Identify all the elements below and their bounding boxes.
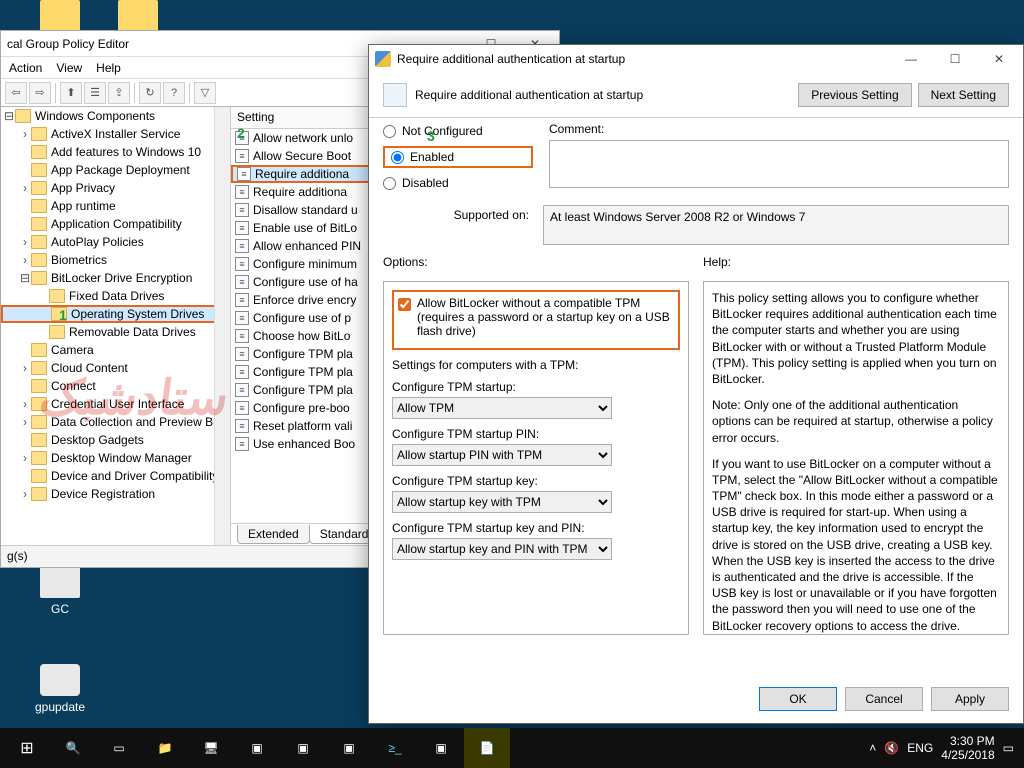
menu-help[interactable]: Help — [96, 61, 121, 75]
tree-item[interactable]: App Package Deployment — [1, 161, 230, 179]
annotation-4: 4 — [494, 281, 502, 284]
annotation-2: 2 — [237, 125, 245, 141]
tree-item[interactable]: ›App Privacy — [1, 179, 230, 197]
tree-item[interactable]: Add features to Windows 10 — [1, 143, 230, 161]
policy-options-pane: 4 Allow BitLocker without a compatible T… — [383, 281, 689, 635]
supported-label: Supported on: — [383, 205, 533, 222]
tree-item[interactable]: Connect — [1, 377, 230, 395]
tree-item[interactable]: Camera — [1, 341, 230, 359]
taskbar: ⊞ 🔍 ▭ 📁 🖥 ▣ ▣ ▣ ≥_ ▣ 📄 ˄ 🔇 ENG 3:30 PM 4… — [0, 728, 1024, 768]
menu-action[interactable]: Action — [9, 61, 42, 75]
gpedit-tree[interactable]: ⊟Windows Components ›ActiveX Installer S… — [1, 107, 231, 545]
tree-root[interactable]: ⊟Windows Components — [1, 107, 230, 125]
radio-not-configured[interactable]: Not Configured — [383, 124, 533, 138]
tree-bitlocker[interactable]: ⊟BitLocker Drive Encryption — [1, 269, 230, 287]
shield-icon — [375, 51, 391, 67]
tree-item[interactable]: ›Biometrics — [1, 251, 230, 269]
tree-item[interactable]: Desktop Gadgets — [1, 431, 230, 449]
opt-label-3: Configure TPM startup key and PIN: — [392, 521, 680, 535]
start-button[interactable]: ⊞ — [4, 728, 50, 768]
desktop-gc-label: GC — [51, 602, 69, 616]
language-indicator[interactable]: ENG — [907, 741, 933, 755]
comment-label: Comment: — [549, 122, 1009, 136]
close-button[interactable]: ✕ — [981, 52, 1017, 66]
tree-item[interactable]: ›Data Collection and Preview Buil — [1, 413, 230, 431]
tree-item[interactable]: Application Compatibility — [1, 215, 230, 233]
cancel-button[interactable]: Cancel — [845, 687, 923, 711]
comment-field[interactable] — [549, 140, 1009, 188]
tree-scrollbar[interactable] — [214, 107, 230, 545]
opt-label-2: Configure TPM startup key: — [392, 474, 680, 488]
tray-up-icon[interactable]: ˄ — [869, 741, 876, 755]
policy-titlebar[interactable]: Require additional authentication at sta… — [369, 45, 1023, 73]
taskbar-app-4[interactable]: ▣ — [418, 728, 464, 768]
tree-bitlocker-removable[interactable]: Removable Data Drives — [1, 323, 230, 341]
opt-label-0: Configure TPM startup: — [392, 380, 680, 394]
tree-item[interactable]: ›Device Registration — [1, 485, 230, 503]
tb-export-icon[interactable]: ⇪ — [108, 82, 130, 104]
taskbar-app-3[interactable]: ▣ — [326, 728, 372, 768]
tree-item[interactable]: ›AutoPlay Policies — [1, 233, 230, 251]
notepad-icon[interactable]: 📄 — [464, 728, 510, 768]
tpm-key-select[interactable]: Allow startup key with TPM — [392, 491, 612, 513]
tree-item[interactable]: Device and Driver Compatibility — [1, 467, 230, 485]
search-icon[interactable]: 🔍 — [50, 728, 96, 768]
tb-filter-icon[interactable]: ▽ — [194, 82, 216, 104]
tpm-pin-select[interactable]: Allow startup PIN with TPM — [392, 444, 612, 466]
tree-item[interactable]: ›ActiveX Installer Service — [1, 125, 230, 143]
notifications-icon[interactable]: ▭ — [1003, 741, 1014, 755]
opt-label-1: Configure TPM startup PIN: — [392, 427, 680, 441]
policy-help-pane: This policy setting allows you to config… — [703, 281, 1009, 635]
tb-refresh-icon[interactable]: ↻ — [139, 82, 161, 104]
radio-disabled[interactable]: Disabled — [383, 176, 533, 190]
supported-value: At least Windows Server 2008 R2 or Windo… — [543, 205, 1009, 245]
task-view-icon[interactable]: ▭ — [96, 728, 142, 768]
menu-view[interactable]: View — [56, 61, 82, 75]
apply-button[interactable]: Apply — [931, 687, 1009, 711]
tpm-section-label: Settings for computers with a TPM: — [392, 358, 680, 372]
next-setting-button[interactable]: Next Setting — [918, 83, 1009, 107]
policy-title: Require additional authentication at sta… — [397, 52, 625, 66]
tree-item[interactable]: App runtime — [1, 197, 230, 215]
taskbar-clock[interactable]: 3:30 PM 4/25/2018 — [941, 734, 994, 763]
desktop-gpupdate-label: gpupdate — [35, 700, 85, 714]
help-label: Help: — [703, 255, 1009, 269]
gpedit-title: cal Group Policy Editor — [7, 37, 129, 51]
tree-item[interactable]: ›Credential User Interface — [1, 395, 230, 413]
tb-fwd-icon[interactable]: ⇨ — [29, 82, 51, 104]
policy-subtitle: Require additional authentication at sta… — [415, 88, 643, 102]
maximize-button[interactable]: ☐ — [937, 52, 973, 66]
server-manager-icon[interactable]: 🖥 — [188, 728, 234, 768]
tree-bitlocker-fixed[interactable]: Fixed Data Drives — [1, 287, 230, 305]
previous-setting-button[interactable]: Previous Setting — [798, 83, 911, 107]
volume-icon[interactable]: 🔇 — [884, 741, 899, 755]
minimize-button[interactable]: — — [893, 52, 929, 66]
annotation-1: 1 — [59, 307, 67, 323]
tree-item[interactable]: ›Desktop Window Manager — [1, 449, 230, 467]
taskbar-app-1[interactable]: ▣ — [234, 728, 280, 768]
tb-back-icon[interactable]: ⇦ — [5, 82, 27, 104]
tab-extended[interactable]: Extended — [237, 525, 310, 544]
policy-state-radios: Not Configured 3 Enabled Disabled — [383, 122, 533, 191]
radio-enabled[interactable]: Enabled — [383, 146, 533, 168]
document-icon — [383, 83, 407, 107]
powershell-icon[interactable]: ≥_ — [372, 728, 418, 768]
desktop-gc[interactable]: GC — [24, 566, 96, 616]
ok-button[interactable]: OK — [759, 687, 837, 711]
tb-up-icon[interactable]: ⬆ — [60, 82, 82, 104]
allow-without-tpm-checkbox[interactable]: Allow BitLocker without a compatible TPM… — [398, 296, 674, 338]
annotation-3: 3 — [427, 128, 435, 144]
taskbar-app-2[interactable]: ▣ — [280, 728, 326, 768]
options-label: Options: — [383, 255, 689, 269]
tree-item[interactable]: ›Cloud Content — [1, 359, 230, 377]
tb-list-icon[interactable]: ☰ — [84, 82, 106, 104]
desktop-gpupdate[interactable]: gpupdate — [24, 664, 96, 714]
tpm-startup-select[interactable]: Allow TPM — [392, 397, 612, 419]
file-explorer-icon[interactable]: 📁 — [142, 728, 188, 768]
tpm-key-pin-select[interactable]: Allow startup key and PIN with TPM — [392, 538, 612, 560]
policy-dialog: Require additional authentication at sta… — [368, 44, 1024, 724]
tree-bitlocker-os-drives[interactable]: Operating System Drives — [1, 305, 230, 323]
tb-help-icon[interactable]: ? — [163, 82, 185, 104]
